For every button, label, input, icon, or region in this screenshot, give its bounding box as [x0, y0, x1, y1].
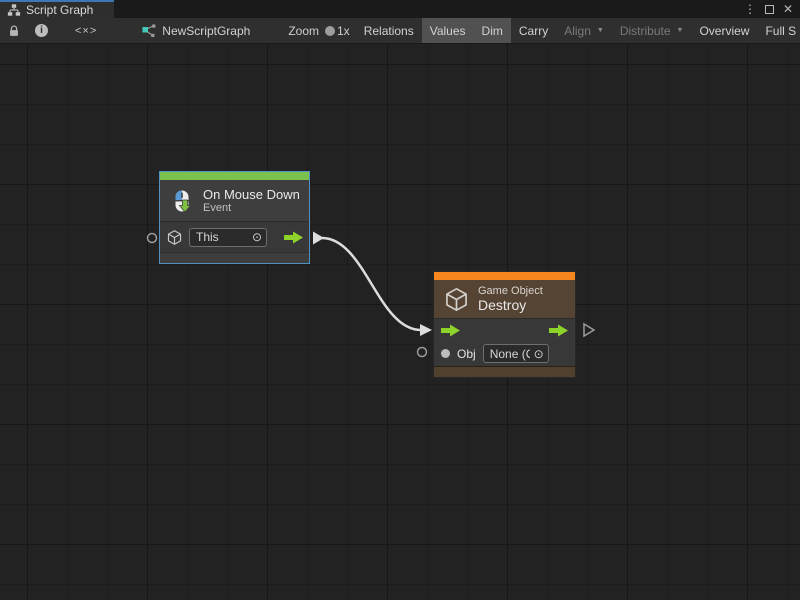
overview-label: Overview — [699, 24, 749, 38]
destroy-obj-input-port[interactable] — [418, 348, 427, 357]
node-header[interactable]: On Mouse Down Event — [160, 180, 309, 221]
obj-value-field[interactable]: None (O ⊙ — [483, 344, 549, 363]
chevron-down-icon: ▼ — [597, 27, 604, 34]
node-body: This ⊙ — [160, 221, 309, 252]
graph-toolbar: i <×> NewScriptGraph Zoom 1x Rela — [0, 18, 800, 44]
lock-icon — [7, 24, 21, 38]
graph-asset-icon — [142, 24, 156, 38]
info-button[interactable]: i — [28, 18, 55, 43]
zoom-label: Zoom — [280, 18, 327, 43]
window-controls: ⋮ ✕ — [744, 0, 800, 18]
node-on-mouse-down[interactable]: On Mouse Down Event This ⊙ — [159, 171, 310, 264]
obj-row: Obj None (O ⊙ — [434, 341, 575, 366]
carry-button[interactable]: Carry — [511, 18, 556, 43]
close-icon[interactable]: ✕ — [783, 2, 793, 16]
zoom-slider-handle[interactable] — [325, 26, 335, 36]
values-button[interactable]: Values — [422, 18, 474, 43]
gameobject-cube-icon — [166, 229, 183, 246]
exec-wire[interactable] — [322, 238, 421, 330]
omd-exec-output-port[interactable] — [313, 232, 324, 245]
overview-button[interactable]: Overview — [691, 18, 757, 43]
window-menu-icon[interactable]: ⋮ — [744, 2, 756, 16]
exec-input-arrow-icon[interactable] — [441, 324, 460, 337]
tab-strip: Script Graph ⋮ ✕ — [0, 0, 800, 18]
values-label: Values — [430, 24, 466, 38]
object-picker-icon[interactable]: ⊙ — [534, 348, 544, 360]
node-title: Destroy — [478, 298, 543, 313]
node-title: On Mouse Down — [203, 187, 300, 202]
dim-label: Dim — [482, 24, 503, 38]
omd-target-input-port[interactable] — [148, 234, 157, 243]
wire-arrowhead-icon — [420, 324, 432, 336]
fullscreen-button[interactable]: Full S — [757, 18, 800, 43]
node-body: Obj None (O ⊙ — [434, 318, 575, 366]
chevron-down-icon: ▼ — [677, 27, 684, 34]
distribute-dropdown[interactable]: Distribute ▼ — [612, 18, 692, 43]
node-subtitle: Event — [203, 202, 300, 215]
fullscreen-label: Full S — [765, 24, 796, 38]
align-label: Align — [564, 24, 591, 38]
node-destroy[interactable]: Game Object Destroy — [433, 271, 576, 378]
destroy-exec-output-port[interactable] — [584, 324, 594, 336]
carry-label: Carry — [519, 24, 548, 38]
info-icon: i — [35, 24, 48, 37]
lock-button[interactable] — [0, 18, 28, 43]
exec-output-arrow-icon[interactable] — [549, 324, 568, 337]
tab-label: Script Graph — [26, 3, 93, 17]
mouse-down-icon — [169, 188, 195, 214]
exec-output-arrow-icon[interactable] — [284, 231, 303, 244]
node-color-bar — [434, 272, 575, 280]
node-footer — [434, 366, 575, 377]
target-value-field[interactable]: This ⊙ — [189, 228, 267, 247]
node-titles: On Mouse Down Event — [203, 187, 300, 215]
obj-label: Obj — [457, 347, 476, 361]
graph-canvas[interactable]: On Mouse Down Event This ⊙ — [0, 44, 800, 600]
tab-script-graph[interactable]: Script Graph — [0, 0, 114, 18]
relations-button[interactable]: Relations — [356, 18, 422, 43]
gameobject-cube-icon — [443, 286, 470, 313]
object-picker-icon[interactable]: ⊙ — [252, 231, 262, 243]
node-titles: Game Object Destroy — [478, 285, 543, 313]
relations-label: Relations — [364, 24, 414, 38]
hierarchy-icon — [7, 3, 21, 17]
node-color-bar — [160, 172, 309, 180]
graph-breadcrumb[interactable]: NewScriptGraph — [134, 18, 258, 43]
maximize-icon[interactable] — [765, 5, 774, 14]
wire-layer — [0, 44, 800, 600]
node-footer — [160, 252, 309, 263]
zoom-value: 1x — [337, 24, 350, 38]
align-dropdown[interactable]: Align ▼ — [556, 18, 612, 43]
code-preview-button[interactable]: <×> — [55, 18, 117, 43]
obj-value: None (O — [490, 347, 530, 361]
code-icon: <×> — [75, 25, 97, 37]
obj-port-dot-icon[interactable] — [441, 349, 450, 358]
dim-button[interactable]: Dim — [474, 18, 511, 43]
target-value: This — [196, 230, 219, 244]
node-header[interactable]: Game Object Destroy — [434, 280, 575, 318]
script-graph-window: Script Graph ⋮ ✕ i <×> — [0, 0, 800, 600]
exec-row — [434, 319, 575, 341]
graph-name: NewScriptGraph — [162, 24, 250, 38]
distribute-label: Distribute — [620, 24, 671, 38]
